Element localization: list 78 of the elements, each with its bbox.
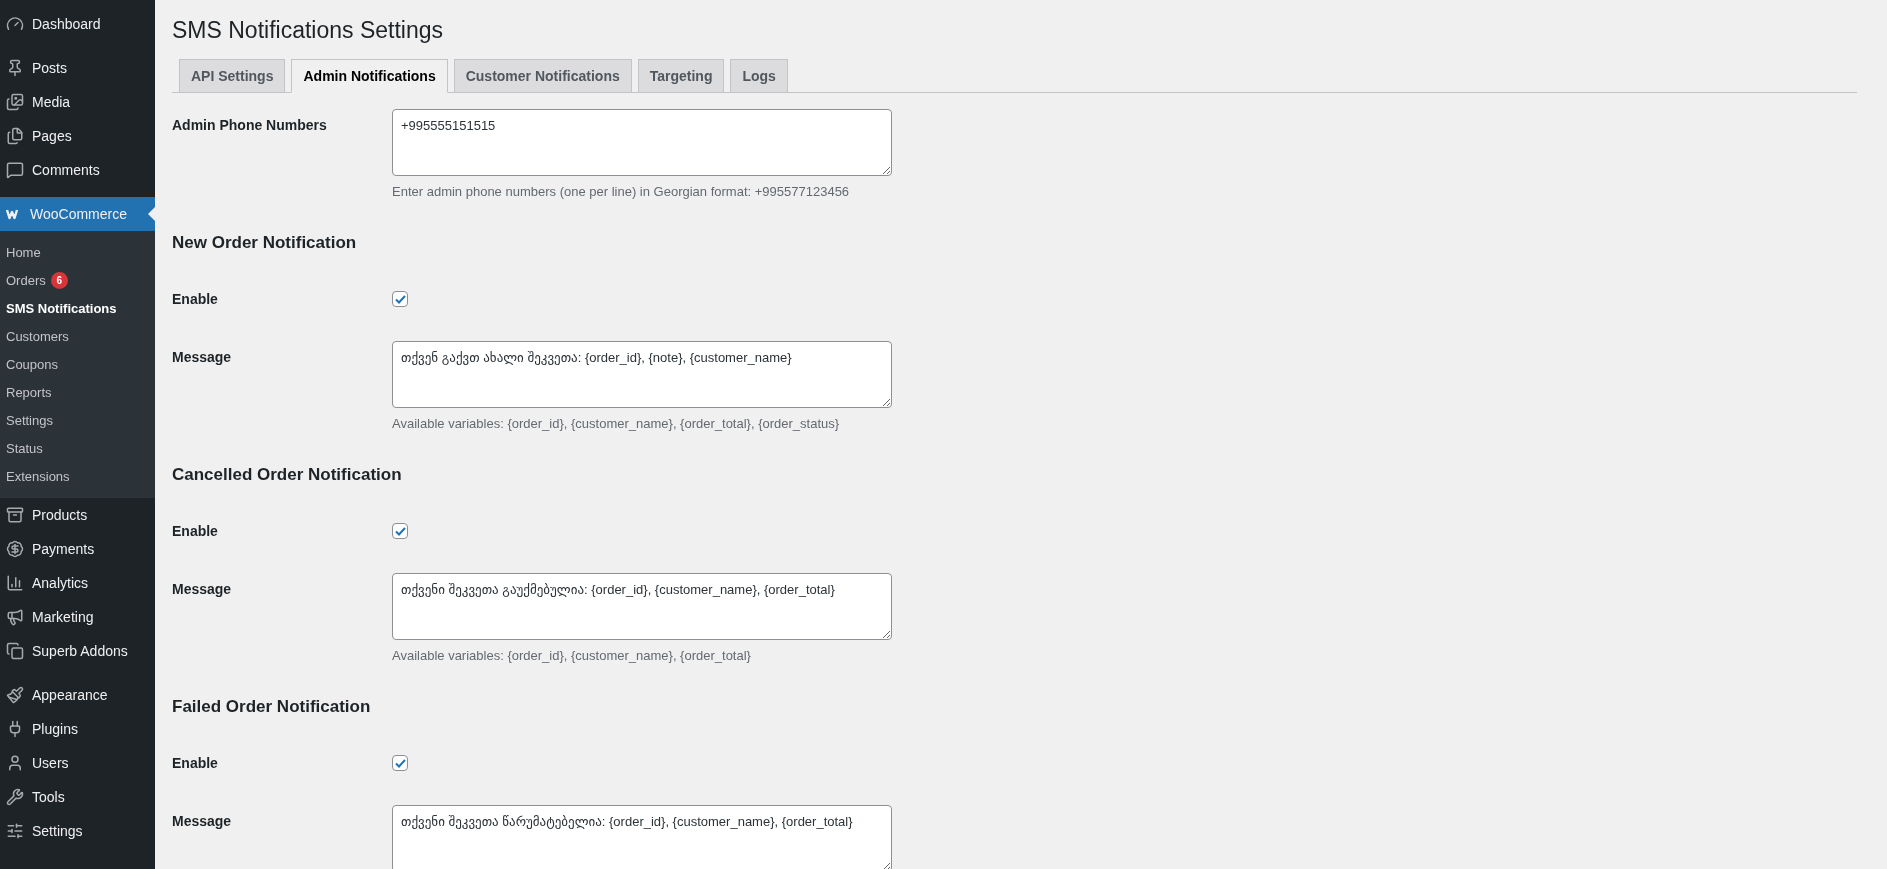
enable-checkbox[interactable] [392,291,408,307]
sidebar-menu-item[interactable]: Payments [0,532,155,566]
wrench-icon [6,788,24,806]
sidebar-menu-item[interactable]: Media [0,85,155,119]
gauge-icon [6,15,24,33]
field-label: Message [172,812,233,831]
sidebar-menu-item[interactable]: Comments [0,153,155,187]
field-label: Admin Phone Numbers [172,116,328,135]
message-field[interactable]: თქვენ გაქვთ ახალი შეკვეთა: {order_id}, {note}, {customer_name} [392,341,892,408]
sidebar-menu-item[interactable]: Products [0,498,155,532]
submenu-item[interactable]: SMS Notifications [0,294,155,322]
field-label: Enable [172,754,219,771]
submenu-label: Status [6,440,43,456]
field-description: Enter admin phone numbers (one per line) in Georgian format: +995577123456 [392,184,851,199]
submenu-item[interactable]: Settings [0,406,155,434]
sidebar-menu-item[interactable]: Users [0,746,155,780]
checkmark-icon [394,526,406,536]
checkmark-icon [394,294,406,304]
sidebar-menu-item[interactable]: Pages [0,119,155,153]
field-description: Available variables: {order_id}, {customer_name}, {order_total}, {order_status} [392,416,841,431]
settings-tab[interactable]: API Settings [179,59,286,93]
count-badge: 6 [50,271,68,289]
checkmark-icon [394,758,406,768]
sidebar-menu-item[interactable]: Marketing [0,600,155,634]
submenu-item[interactable]: Customers [0,322,155,350]
submenu-item[interactable]: Coupons [0,350,155,378]
sidebar-menu-item[interactable]: Settings [0,814,155,848]
submenu-label: SMS Notifications [6,300,117,316]
submenu-item[interactable]: Orders 6 [0,266,155,294]
message-field[interactable]: თქვენი შეკვეთა წარუმატებელია: {order_id}, {customer_name}, {order_total} [392,805,892,869]
submenu-label: Customers [6,328,69,344]
copy-icon [6,642,24,660]
pin-icon [6,59,24,77]
field-label: Message [172,348,233,367]
page-title: SMS Notifications Settings [172,17,444,44]
submenu-label: Reports [6,384,52,400]
submenu-item[interactable]: Status [0,434,155,462]
sidebar-menu-item[interactable]: Posts [0,51,155,85]
field-label: Enable [172,290,219,307]
dollar-icon [6,540,24,558]
field-description: Available variables: {order_id}, {customer_name}, {order_total} [392,648,752,663]
sidebar-menu-item[interactable]: Appearance [0,678,155,712]
archive-icon [6,506,24,524]
settings-tab[interactable]: Targeting [637,59,725,93]
phone-numbers-field[interactable]: +995555151515 [392,109,892,176]
user-icon [6,754,24,772]
submenu-label: Coupons [6,356,59,372]
submenu-label: Home [6,244,41,260]
submenu-label: Settings [6,412,53,428]
submenu-label: Orders [6,272,46,288]
settings-tab[interactable]: Logs [730,59,788,93]
comment-icon [6,161,24,179]
brush-icon [6,686,24,704]
sidebar-menu-item[interactable]: Analytics [0,566,155,600]
enable-checkbox[interactable] [392,755,408,771]
message-field[interactable]: თქვენი შეკვეთა გაუქმებულია: {order_id}, {customer_name}, {order_total} [392,573,892,640]
sliders-icon [6,822,24,840]
enable-checkbox[interactable] [392,523,408,539]
submenu-item[interactable]: Reports [0,378,155,406]
pages-icon [6,127,24,145]
submenu-label: Extensions [6,468,70,484]
sidebar-menu-item[interactable]: Plugins [0,712,155,746]
submenu-item[interactable]: Extensions [0,462,155,490]
field-label: Enable [172,522,219,539]
settings-tab[interactable]: Admin Notifications [291,59,448,93]
sidebar-menu-item[interactable]: Superb Addons [0,634,155,668]
sidebar-menu-item[interactable]: Dashboard [0,7,155,41]
field-label: Message [172,580,233,599]
sidebar-menu-item[interactable]: WooCommerce [0,197,155,231]
media-icon [6,93,24,111]
submenu-item[interactable]: Home [0,238,155,266]
megaphone-icon [6,608,24,626]
section-heading: New Order Notification [172,233,358,253]
settings-tab[interactable]: Customer Notifications [453,59,632,93]
section-heading: Failed Order Notification [172,697,372,717]
sidebar-menu-item[interactable]: Tools [0,780,155,814]
bar-chart-icon [6,574,24,592]
section-heading: Cancelled Order Notification [172,465,403,485]
